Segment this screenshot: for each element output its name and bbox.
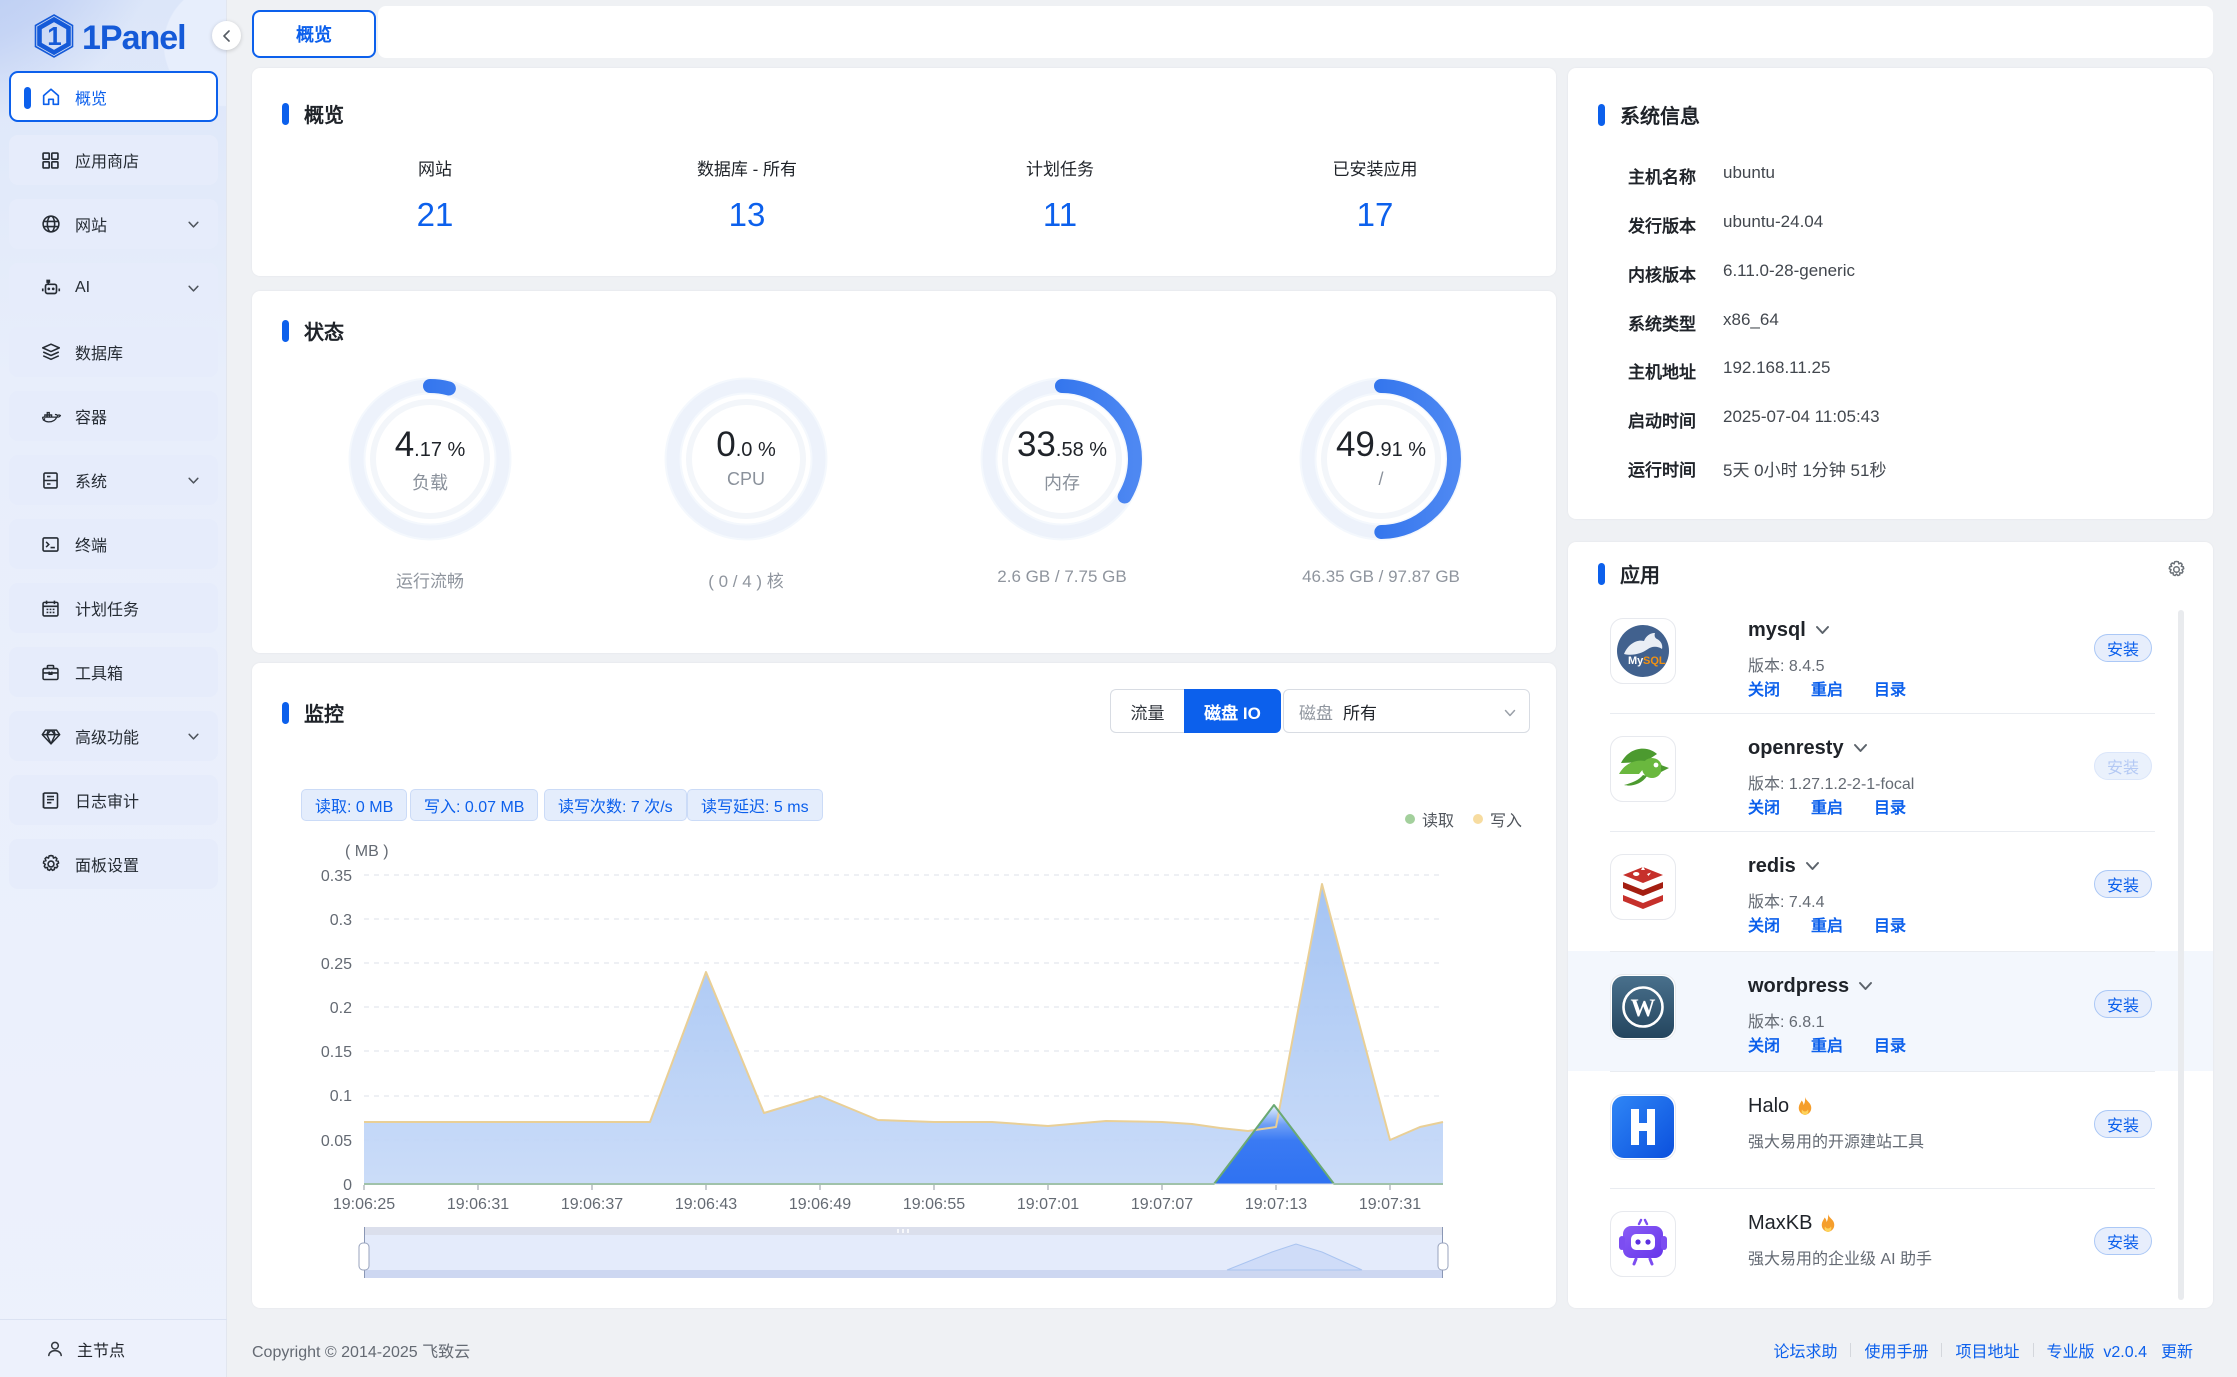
svg-text:1Panel: 1Panel — [82, 19, 186, 57]
svg-text:19:06:37: 19:06:37 — [561, 1196, 623, 1213]
svg-text:19:06:55: 19:06:55 — [903, 1196, 965, 1213]
svg-text:0: 0 — [343, 1177, 352, 1194]
svg-text:W: W — [1631, 995, 1656, 1022]
svg-text:0.25: 0.25 — [321, 956, 352, 973]
svg-text:1: 1 — [47, 21, 61, 51]
svg-text:( MB ): ( MB ) — [345, 843, 389, 860]
svg-text:19:07:31: 19:07:31 — [1359, 1196, 1421, 1213]
svg-text:0.3: 0.3 — [330, 912, 352, 929]
svg-text:My: My — [1628, 655, 1644, 667]
svg-text:SQL: SQL — [1643, 655, 1666, 667]
svg-text:19:07:01: 19:07:01 — [1017, 1196, 1079, 1213]
svg-text:19:06:49: 19:06:49 — [789, 1196, 851, 1213]
svg-text:19:07:13: 19:07:13 — [1245, 1196, 1307, 1213]
svg-text:0.05: 0.05 — [321, 1133, 352, 1150]
svg-text:19:06:25: 19:06:25 — [333, 1196, 395, 1213]
svg-text:0.15: 0.15 — [321, 1044, 352, 1061]
svg-text:0.1: 0.1 — [330, 1088, 352, 1105]
svg-text:0.35: 0.35 — [321, 868, 352, 885]
svg-text:19:06:43: 19:06:43 — [675, 1196, 737, 1213]
svg-text:0.2: 0.2 — [330, 1000, 352, 1017]
svg-text:19:06:31: 19:06:31 — [447, 1196, 509, 1213]
svg-text:19:07:07: 19:07:07 — [1131, 1196, 1193, 1213]
